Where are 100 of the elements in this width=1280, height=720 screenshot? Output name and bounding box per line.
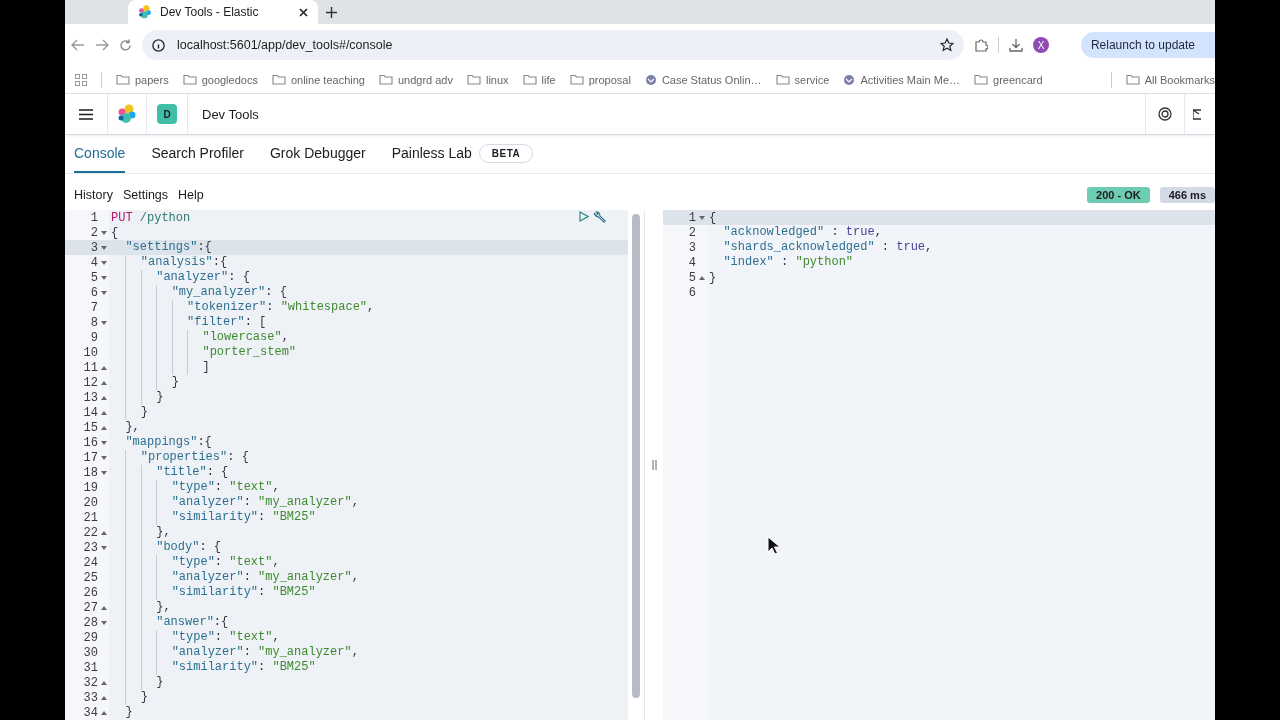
code-line: "my_analyzer": {: [109, 285, 287, 300]
code-line: "index" : "python": [722, 255, 854, 270]
code-line: "properties": {: [109, 450, 249, 465]
fold-icon[interactable]: [100, 470, 107, 475]
apps-icon[interactable]: [75, 73, 87, 86]
download-icon[interactable]: [1009, 38, 1023, 52]
line-number: 2: [90, 225, 98, 240]
line-number: 6: [688, 285, 696, 300]
help-icon[interactable]: [1158, 107, 1172, 121]
line-number: 3: [90, 240, 98, 255]
fold-icon[interactable]: [100, 425, 107, 430]
bookmark-link[interactable]: life: [541, 73, 556, 86]
code-line: "similarity": "BM25": [109, 585, 316, 600]
resize-handle-icon[interactable]: [651, 460, 657, 470]
code-line: "tokenizer": "whitespace",: [109, 300, 375, 315]
bookmark-link[interactable]: All Bookmarks: [1144, 73, 1215, 86]
line-number: 8: [90, 315, 98, 330]
elastic-logo: [138, 5, 152, 19]
new-tab-icon[interactable]: [326, 6, 337, 18]
toolbar-link[interactable]: Settings: [122, 188, 169, 202]
bookmark-link[interactable]: Activities Main Me…: [860, 73, 960, 86]
timing-badge: 466 ms: [1159, 187, 1215, 203]
line-number: 1: [688, 210, 696, 225]
folder-icon: [378, 74, 393, 85]
fold-icon[interactable]: [698, 215, 705, 220]
code-line: "type": "text",: [109, 480, 280, 495]
site-icon: [644, 73, 657, 86]
fold-icon[interactable]: [100, 380, 107, 385]
fold-icon[interactable]: [100, 230, 107, 235]
code-line: ]: [109, 360, 210, 375]
fold-icon[interactable]: [100, 290, 107, 295]
folder-icon: [522, 74, 537, 85]
code-line: {: [708, 210, 717, 225]
fold-icon[interactable]: [100, 320, 107, 325]
line-number: 21: [83, 510, 98, 525]
code-line: "filter": [: [109, 315, 267, 330]
app-tab[interactable]: Painless Lab BETA: [391, 135, 534, 173]
bookmark-link[interactable]: service: [794, 73, 830, 86]
code-line: PUT /python: [110, 210, 191, 225]
relaunch-button[interactable]: Relaunch to update: [1080, 32, 1215, 58]
fold-icon[interactable]: [100, 410, 107, 415]
bookmark-link[interactable]: online teaching: [290, 73, 365, 86]
space-avatar[interactable]: D: [157, 104, 177, 124]
play-icon[interactable]: [579, 211, 589, 222]
app-tab[interactable]: Console: [74, 135, 126, 173]
browser-tab[interactable]: Dev Tools - Elastic: [128, 0, 318, 24]
line-number: 15: [83, 420, 98, 435]
line-number: 11: [83, 360, 98, 375]
fold-icon[interactable]: [100, 545, 107, 550]
info-icon[interactable]: [152, 38, 165, 52]
fold-icon[interactable]: [100, 455, 107, 460]
close-icon[interactable]: [299, 7, 308, 17]
status-badge: 200 - OK: [1087, 187, 1150, 203]
fold-icon[interactable]: [100, 440, 107, 445]
app-tab[interactable]: Search Profiler: [151, 135, 244, 173]
line-number: 7: [90, 300, 98, 315]
folder-icon: [974, 74, 988, 85]
code-line: "analyzer": {: [109, 270, 250, 285]
line-number: 34: [83, 705, 98, 720]
app-tab[interactable]: Grok Debugger: [269, 135, 366, 173]
address-bar[interactable]: localhost:5601/app/dev_tools#/console: [142, 30, 964, 60]
bookmark-link[interactable]: linux: [486, 73, 509, 86]
fold-icon[interactable]: [100, 605, 107, 610]
wrench-icon[interactable]: [593, 211, 606, 224]
line-number: 22: [83, 525, 98, 540]
bookmark-link[interactable]: papers: [135, 73, 169, 86]
back-icon[interactable]: [71, 39, 85, 51]
menu-icon[interactable]: [79, 108, 93, 120]
forward-icon[interactable]: [95, 39, 109, 51]
code-line: "similarity": "BM25": [109, 510, 316, 525]
fold-icon[interactable]: [100, 695, 107, 700]
reload-icon[interactable]: [119, 38, 132, 52]
line-number: 5: [90, 270, 98, 285]
profile-avatar[interactable]: X: [1033, 37, 1049, 53]
fold-icon[interactable]: [100, 245, 107, 250]
fold-icon[interactable]: [100, 530, 107, 535]
fold-icon[interactable]: [100, 260, 107, 265]
bookmark-link[interactable]: undgrd adv: [397, 73, 453, 86]
code-line: }: [109, 690, 148, 705]
puzzle-icon[interactable]: [974, 38, 988, 52]
bookmark-link[interactable]: googledocs: [201, 73, 258, 86]
star-icon[interactable]: [940, 38, 954, 52]
fold-icon[interactable]: [100, 620, 107, 625]
line-number: 20: [83, 495, 98, 510]
code-line: "lowercase",: [109, 330, 289, 345]
line-number: 32: [83, 675, 98, 690]
fold-icon[interactable]: [698, 275, 705, 280]
line-number: 19: [83, 480, 98, 495]
fold-icon[interactable]: [100, 365, 107, 370]
fold-icon[interactable]: [100, 680, 107, 685]
bookmark-link[interactable]: Case Status Onlin…: [661, 73, 762, 86]
fold-icon[interactable]: [100, 275, 107, 280]
toolbar-link[interactable]: Help: [178, 188, 204, 202]
folder-icon: [775, 74, 790, 85]
toolbar-link[interactable]: History: [74, 188, 113, 202]
fold-icon[interactable]: [100, 395, 107, 400]
scrollbar[interactable]: [632, 214, 640, 698]
fold-icon[interactable]: [100, 710, 107, 715]
bookmark-link[interactable]: proposal: [588, 73, 631, 86]
bookmark-link[interactable]: greencard: [993, 73, 1043, 86]
